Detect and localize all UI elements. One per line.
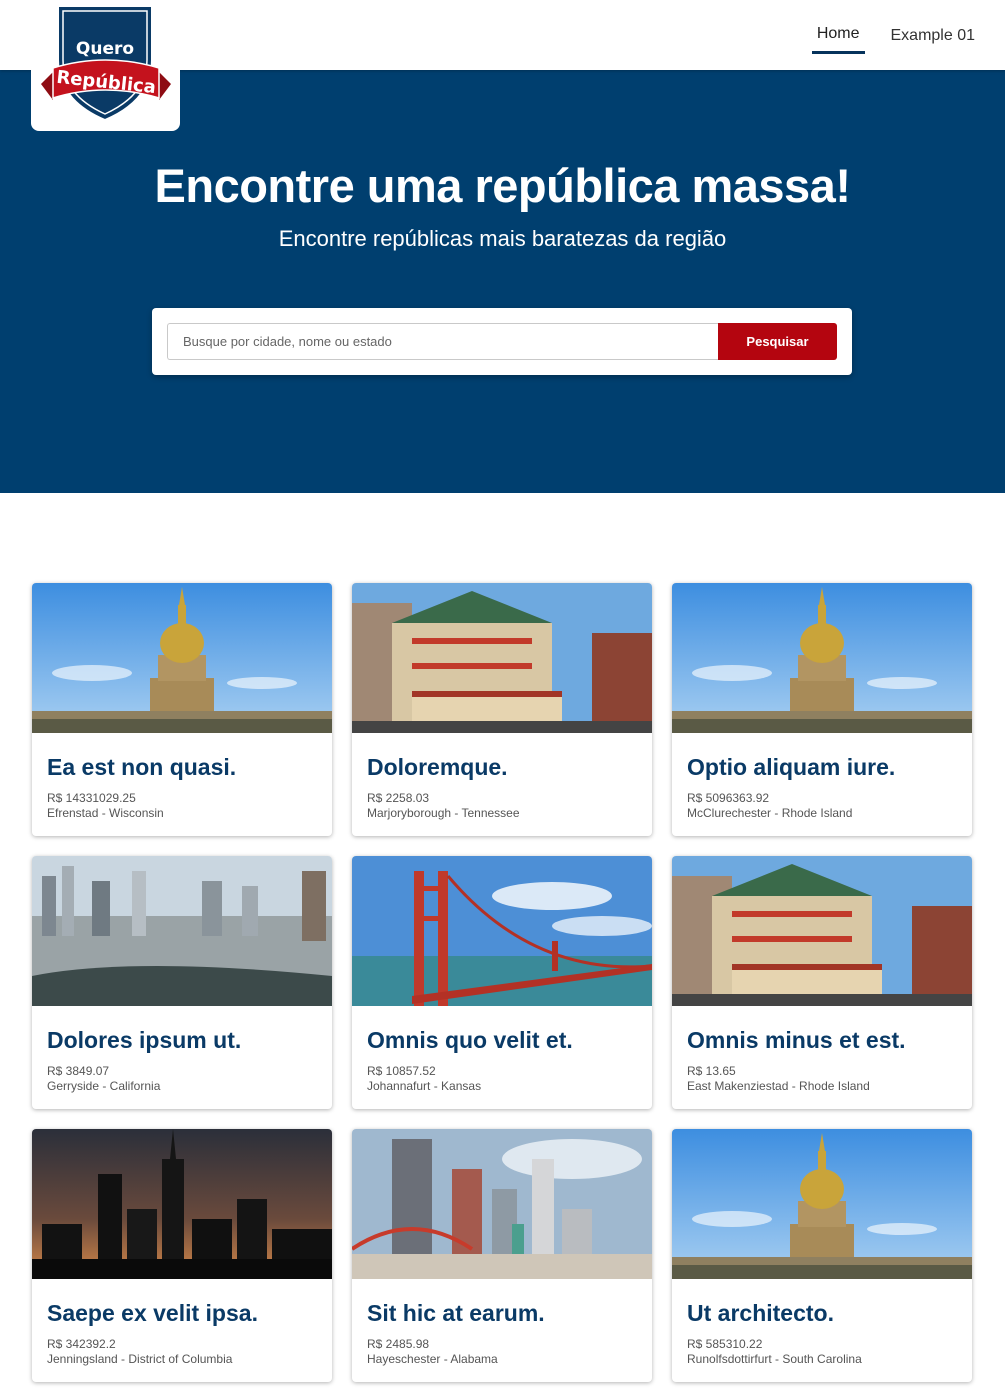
chinatown-street-photo [352, 583, 652, 733]
listing-location: Efrenstad - Wisconsin [47, 806, 164, 820]
listing-card[interactable]: Doloremque. R$ 2258.03 Marjoryborough - … [352, 583, 652, 836]
listing-card[interactable]: Dolores ipsum ut. R$ 3849.07 Gerryside -… [32, 856, 332, 1109]
logo[interactable]: Quero República [31, 0, 180, 131]
listing-location: Johannafurt - Kansas [367, 1079, 482, 1093]
listing-location: Hayeschester - Alabama [367, 1352, 498, 1366]
listings-grid: Ea est non quasi. R$ 14331029.25 Efrenst… [32, 583, 972, 1382]
listing-price: R$ 2485.98 [367, 1337, 430, 1351]
hero-title: Encontre uma república massa! [154, 159, 851, 212]
listing-card[interactable]: Ea est non quasi. R$ 14331029.25 Efrenst… [32, 583, 332, 836]
listing-card[interactable]: Optio aliquam iure. R$ 5096363.92 McClur… [672, 583, 972, 836]
listing-location: Gerryside - California [47, 1079, 161, 1093]
red-bridge-photo [352, 856, 652, 1006]
listing-title: Omnis quo velit et. [367, 1027, 573, 1053]
listing-card[interactable]: Omnis minus et est. R$ 13.65 East Makenz… [672, 856, 972, 1109]
search-button[interactable]: Pesquisar [718, 323, 837, 360]
listing-price: R$ 585310.22 [687, 1337, 763, 1351]
listing-card[interactable]: Saepe ex velit ipsa. R$ 342392.2 Jenning… [32, 1129, 332, 1382]
listing-price: R$ 3849.07 [47, 1064, 110, 1078]
search-input[interactable] [167, 323, 719, 360]
listing-price: R$ 13.65 [687, 1064, 736, 1078]
hero-banner: Encontre uma república massa! Encontre r… [0, 70, 1005, 493]
nav-item-home[interactable]: Home [811, 0, 865, 54]
night-skyline-photo [32, 1129, 332, 1279]
listing-price: R$ 10857.52 [367, 1064, 436, 1078]
listing-title: Ea est non quasi. [47, 754, 237, 780]
logo-shield-icon: Quero República [41, 5, 171, 122]
listing-card[interactable]: Sit hic at earum. R$ 2485.98 Hayescheste… [352, 1129, 652, 1382]
listing-title: Dolores ipsum ut. [47, 1027, 242, 1053]
listing-price: R$ 14331029.25 [47, 791, 136, 805]
casino-skyline-photo [352, 1129, 652, 1279]
listing-title: Omnis minus et est. [687, 1027, 906, 1053]
listing-price: R$ 2258.03 [367, 791, 430, 805]
search-box: Pesquisar [152, 308, 852, 375]
listing-location: Jenningsland - District of Columbia [47, 1352, 233, 1366]
domed-church-photo [672, 1129, 972, 1279]
listing-title: Ut architecto. [687, 1300, 834, 1326]
chinatown-street-photo [672, 856, 972, 1006]
listing-location: McClurechester - Rhode Island [687, 806, 853, 820]
listing-title: Sit hic at earum. [367, 1300, 545, 1326]
nav-item-example-01[interactable]: Example 01 [891, 0, 976, 53]
hero-subtitle: Encontre repúblicas mais baratezas da re… [278, 226, 727, 251]
logo-text-quero: Quero [76, 39, 134, 59]
main-nav: Home Example 01 [811, 0, 976, 70]
listing-price: R$ 342392.2 [47, 1337, 116, 1351]
listing-card[interactable]: Ut architecto. R$ 585310.22 Runolfsdotti… [672, 1129, 972, 1382]
listing-location: East Makenziestad - Rhode Island [687, 1079, 870, 1093]
listing-location: Runolfsdottirfurt - South Carolina [687, 1352, 862, 1366]
listing-title: Optio aliquam iure. [687, 754, 896, 780]
listing-price: R$ 5096363.92 [687, 791, 770, 805]
city-aerial-photo [32, 856, 332, 1006]
listing-card[interactable]: Omnis quo velit et. R$ 10857.52 Johannaf… [352, 856, 652, 1109]
listing-location: Marjoryborough - Tennessee [367, 806, 520, 820]
listing-title: Doloremque. [367, 754, 508, 780]
domed-church-photo [32, 583, 332, 733]
listing-title: Saepe ex velit ipsa. [47, 1300, 258, 1326]
domed-church-photo [672, 583, 972, 733]
